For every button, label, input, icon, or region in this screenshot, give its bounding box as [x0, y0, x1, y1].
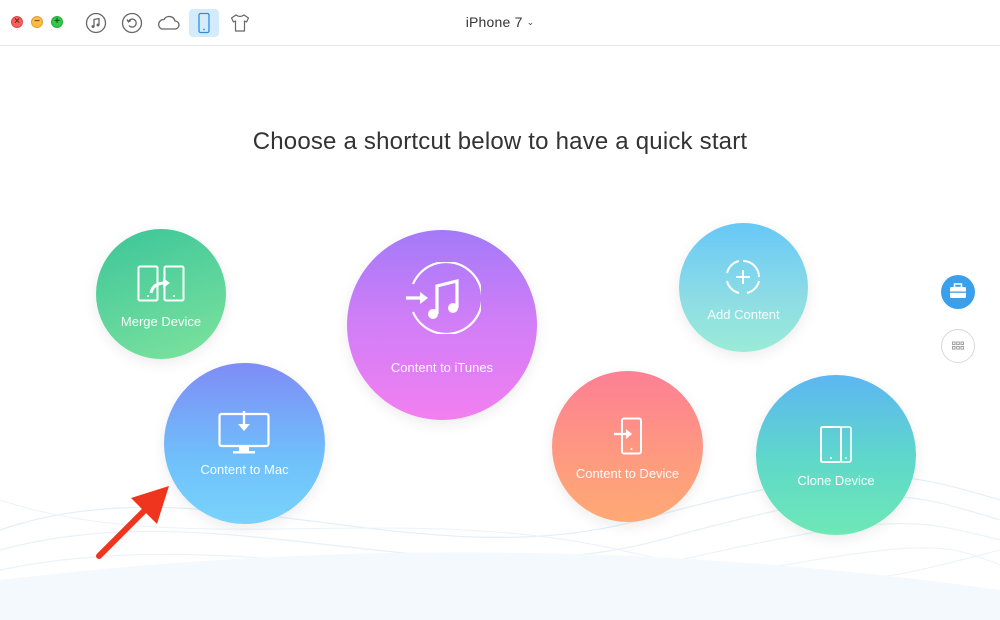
toolkit-button[interactable] — [941, 275, 975, 309]
add-content-label: Add Content — [707, 307, 780, 322]
clone-device-button[interactable]: Clone Device — [756, 375, 916, 535]
content-to-itunes-button[interactable]: Content to iTunes — [347, 230, 537, 420]
title-bar: × − + iPhone 7 ⌄ — [0, 0, 1000, 46]
apps-button[interactable] — [941, 329, 975, 363]
page-heading: Choose a shortcut below to have a quick … — [252, 128, 748, 155]
content-to-itunes-label: Content to iTunes — [390, 360, 494, 375]
clone-device-icon — [820, 426, 852, 463]
content-to-device-label: Content to Device — [575, 466, 680, 481]
apps-grid-icon — [952, 341, 964, 350]
add-content-button[interactable]: Add Content — [679, 223, 808, 352]
merge-device-label: Merge Device — [120, 314, 202, 329]
content-to-device-button[interactable]: Content to Device — [552, 371, 703, 522]
device-selector[interactable]: iPhone 7 ⌄ — [0, 14, 1000, 30]
chevron-down-icon: ⌄ — [526, 17, 535, 27]
itunes-icon — [406, 262, 481, 334]
toolkit-icon — [950, 283, 966, 298]
add-content-icon — [726, 260, 760, 294]
content-to-mac-label: Content to Mac — [200, 462, 289, 477]
merge-device-icon — [137, 265, 185, 302]
content-to-mac-button[interactable]: Content to Mac — [164, 363, 325, 524]
annotation-arrow — [96, 486, 169, 559]
merge-device-button[interactable]: Merge Device — [96, 229, 226, 359]
device-name: iPhone 7 — [465, 14, 523, 30]
content-to-device-icon — [614, 417, 642, 455]
clone-device-label: Clone Device — [797, 473, 875, 488]
mac-monitor-icon — [218, 411, 270, 454]
